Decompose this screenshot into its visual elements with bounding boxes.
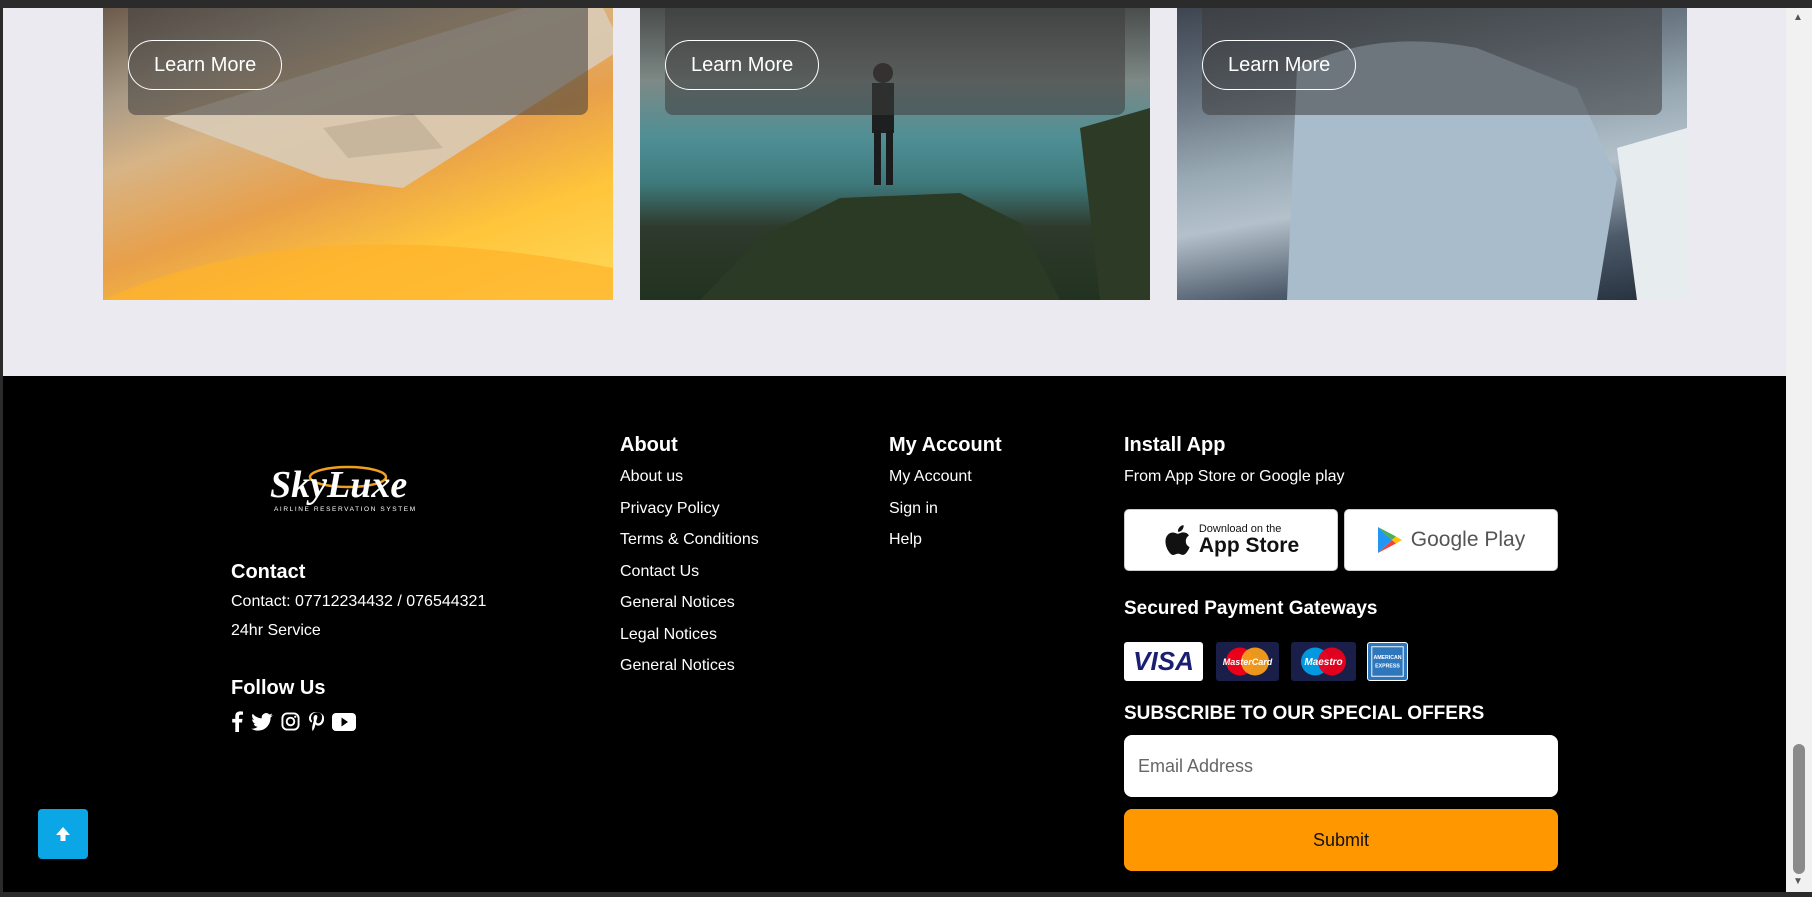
visa-card-icon: VISA bbox=[1124, 642, 1203, 681]
maestro-label: Maestro bbox=[1304, 657, 1342, 668]
footer-link-help[interactable]: Help bbox=[889, 531, 922, 549]
instagram-icon[interactable] bbox=[281, 712, 300, 736]
footer-link-privacy-policy[interactable]: Privacy Policy bbox=[620, 500, 720, 518]
about-heading: About bbox=[620, 434, 678, 456]
footer-link-about-us[interactable]: About us bbox=[620, 468, 683, 486]
mastercard-icon: MasterCard bbox=[1216, 642, 1279, 681]
social-icons bbox=[231, 711, 356, 737]
google-play-button[interactable]: Google Play bbox=[1344, 509, 1558, 571]
site-footer: SkyLuxe AIRLINE RESERVATION SYSTEM Conta… bbox=[3, 376, 1786, 892]
install-app-heading: Install App bbox=[1124, 434, 1226, 456]
account-heading: My Account bbox=[889, 434, 1002, 456]
scroll-up-arrow-icon[interactable]: ▲ bbox=[1793, 12, 1803, 23]
install-app-subtext: From App Store or Google play bbox=[1124, 468, 1345, 485]
subscribe-heading: SUBSCRIBE TO OUR SPECIAL OFFERS bbox=[1124, 703, 1485, 724]
app-store-small-label: Download on the bbox=[1198, 522, 1282, 535]
maestro-icon: Maestro bbox=[1291, 642, 1356, 681]
twitter-icon[interactable] bbox=[251, 712, 273, 736]
amex-icon: AMERICAN EXPRESS bbox=[1367, 642, 1408, 681]
scrollbar-thumb[interactable] bbox=[1793, 744, 1805, 874]
learn-more-button[interactable]: Learn More bbox=[1202, 40, 1357, 90]
skyluxe-logo[interactable]: SkyLuxe AIRLINE RESERVATION SYSTEM bbox=[266, 457, 426, 519]
contact-heading: Contact bbox=[231, 561, 306, 583]
app-store-button[interactable]: Download on the App Store bbox=[1124, 509, 1338, 571]
youtube-icon[interactable] bbox=[332, 712, 356, 736]
footer-link-sign-in[interactable]: Sign in bbox=[889, 500, 938, 518]
svg-text:AIRLINE RESERVATION SYSTEM: AIRLINE RESERVATION SYSTEM bbox=[274, 506, 417, 513]
apple-icon bbox=[1165, 525, 1190, 555]
app-store-big-label: App Store bbox=[1198, 533, 1300, 557]
footer-link-general-notices-2[interactable]: General Notices bbox=[620, 657, 735, 675]
card-waterfall-hiker: Learn More bbox=[640, 8, 1150, 300]
window-top-border bbox=[0, 0, 1812, 8]
footer-link-legal-notices[interactable]: Legal Notices bbox=[620, 626, 717, 644]
destination-cards: Learn More Learn More Learn More bbox=[3, 8, 1786, 376]
svg-text:SkyLuxe: SkyLuxe bbox=[270, 464, 407, 506]
footer-link-my-account[interactable]: My Account bbox=[889, 468, 972, 486]
email-field[interactable] bbox=[1124, 735, 1558, 797]
follow-heading: Follow Us bbox=[231, 677, 326, 699]
page-scrollbar[interactable]: ▲ ▼ bbox=[1786, 8, 1812, 892]
pinterest-icon[interactable] bbox=[308, 711, 325, 737]
footer-link-contact-us[interactable]: Contact Us bbox=[620, 563, 699, 581]
footer-link-general-notices[interactable]: General Notices bbox=[620, 594, 735, 612]
page-viewport: Learn More Learn More Learn More SkyLuxe… bbox=[3, 8, 1786, 892]
mastercard-label: MasterCard bbox=[1223, 657, 1273, 667]
learn-more-button[interactable]: Learn More bbox=[665, 40, 820, 90]
skyluxe-logo-mark: SkyLuxe AIRLINE RESERVATION SYSTEM bbox=[270, 464, 417, 513]
facebook-icon[interactable] bbox=[231, 711, 243, 737]
scroll-down-arrow-icon[interactable]: ▼ bbox=[1793, 876, 1803, 887]
app-store-text: Download on the App Store bbox=[1198, 522, 1300, 557]
payments-heading: Secured Payment Gateways bbox=[1124, 598, 1378, 619]
card-child-window: Learn More bbox=[1177, 8, 1687, 300]
google-play-label: Google Play bbox=[1410, 528, 1526, 551]
submit-button[interactable]: Submit bbox=[1124, 809, 1558, 871]
footer-link-terms[interactable]: Terms & Conditions bbox=[620, 531, 759, 549]
google-play-icon bbox=[1377, 527, 1402, 553]
arrow-up-icon bbox=[56, 827, 70, 841]
svg-text:EXPRESS: EXPRESS bbox=[1375, 664, 1400, 670]
card-airplane-wing: Learn More bbox=[103, 8, 613, 300]
back-to-top-button[interactable] bbox=[38, 809, 88, 859]
learn-more-button[interactable]: Learn More bbox=[128, 40, 283, 90]
contact-phone: Contact: 07712234432 / 076544321 bbox=[231, 593, 487, 610]
contact-service: 24hr Service bbox=[231, 622, 321, 639]
svg-text:AMERICAN: AMERICAN bbox=[1373, 655, 1401, 661]
